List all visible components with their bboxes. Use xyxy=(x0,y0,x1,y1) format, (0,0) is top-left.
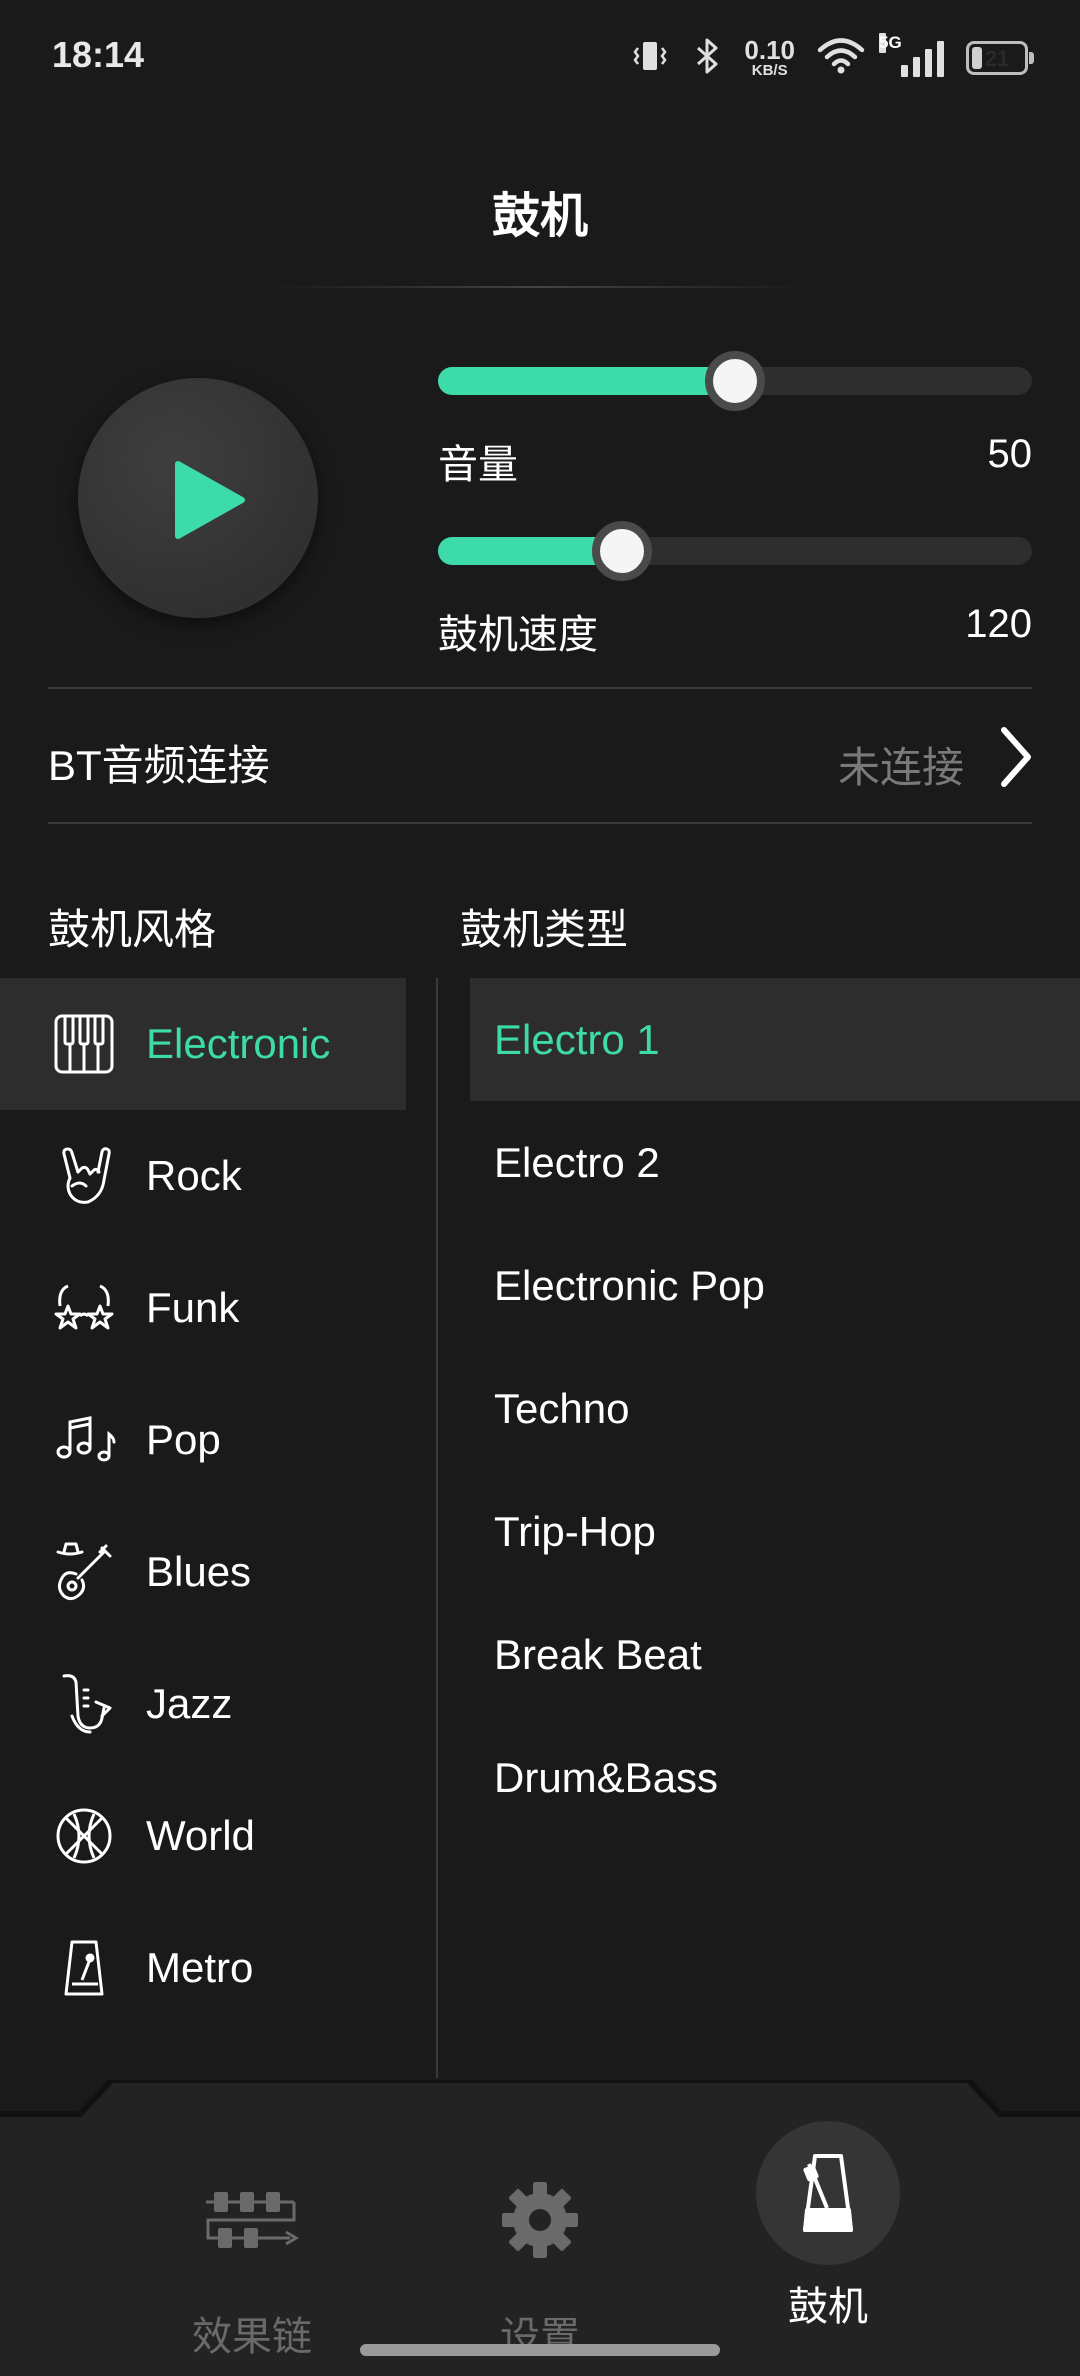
nav-label: 效果链 xyxy=(192,2315,312,2359)
type-column-header: 鼓机类型 xyxy=(460,906,629,953)
type-item[interactable]: Drum&Bass xyxy=(470,1716,1080,1839)
divider xyxy=(48,687,1032,689)
page-title: 鼓机 xyxy=(491,190,588,243)
metronome-icon xyxy=(52,1936,116,2000)
type-label: Electronic Pop xyxy=(494,1261,765,1309)
volume-slider[interactable] xyxy=(438,351,1032,411)
home-indicator[interactable] xyxy=(360,2344,720,2356)
style-label: Funk xyxy=(146,1284,240,1331)
type-label: Electro 1 xyxy=(494,1015,660,1063)
volume-slider-knob[interactable] xyxy=(705,351,765,411)
style-label: Blues xyxy=(146,1548,252,1595)
play-button[interactable] xyxy=(78,378,318,618)
battery-icon: 21 xyxy=(966,41,1034,75)
type-list: Electro 1 Electro 2 Electronic Pop Techn… xyxy=(470,978,1080,1839)
type-item[interactable]: Electro 2 xyxy=(470,1101,1080,1224)
bt-status: 未连接 xyxy=(837,744,964,791)
status-icons: 0.10 KB/S 5G 21 xyxy=(630,30,1034,86)
globe-icon xyxy=(52,1804,116,1868)
bluetooth-icon xyxy=(692,36,722,81)
type-item[interactable]: Techno xyxy=(470,1347,1080,1470)
type-label: Drum&Bass xyxy=(494,1753,719,1801)
saxophone-icon xyxy=(52,1672,116,1736)
type-label: Break Beat xyxy=(494,1630,702,1678)
style-item-electronic[interactable]: Electronic xyxy=(0,978,406,1110)
nav-label: 鼓机 xyxy=(788,2285,868,2329)
style-item-rock[interactable]: Rock xyxy=(0,1110,406,1242)
music-notes-icon xyxy=(52,1408,116,1472)
type-label: Techno xyxy=(494,1384,630,1432)
piano-keys-icon xyxy=(52,1012,116,1076)
type-item[interactable]: Electronic Pop xyxy=(470,1224,1080,1347)
nav-active-wrap xyxy=(718,2118,938,2268)
type-item[interactable]: Trip-Hop xyxy=(470,1470,1080,1593)
style-item-funk[interactable]: Funk xyxy=(0,1242,406,1374)
tempo-value: 120 xyxy=(965,602,1032,646)
style-item-world[interactable]: World xyxy=(0,1770,406,1902)
style-item-pop[interactable]: Pop xyxy=(0,1374,406,1506)
style-label: Rock xyxy=(146,1152,242,1199)
type-item[interactable]: Electro 1 xyxy=(470,978,1080,1101)
funk-glasses-icon xyxy=(52,1276,116,1340)
volume-value: 50 xyxy=(987,432,1033,476)
bt-audio-label: BT音频连接 xyxy=(48,742,270,789)
effects-chain-icon xyxy=(142,2150,362,2290)
style-column-header: 鼓机风格 xyxy=(48,906,217,953)
tempo-slider-knob[interactable] xyxy=(592,521,653,581)
tempo-slider[interactable] xyxy=(438,521,1032,581)
rock-hand-icon xyxy=(52,1144,116,1208)
style-label: Jazz xyxy=(146,1680,233,1727)
play-icon xyxy=(175,461,245,539)
status-time: 18:14 xyxy=(52,34,145,75)
type-label: Electro 2 xyxy=(494,1138,660,1186)
tempo-label: 鼓机速度 xyxy=(438,613,598,657)
style-label: Metro xyxy=(146,1944,254,1991)
metronome-icon xyxy=(756,2121,900,2265)
wifi-icon xyxy=(817,37,865,80)
chevron-right-icon[interactable] xyxy=(996,722,1036,797)
vibrate-icon xyxy=(630,36,670,81)
column-divider xyxy=(436,978,438,2078)
style-label: Electronic xyxy=(146,1020,331,1067)
style-list: Electronic Rock Funk Pop Blues Jazz Worl… xyxy=(0,978,406,2034)
style-item-blues[interactable]: Blues xyxy=(0,1506,406,1638)
type-item[interactable]: Break Beat xyxy=(470,1593,1080,1716)
cell-signal-icon: 5G xyxy=(879,33,944,77)
nav-effects-chain[interactable]: 效果链 xyxy=(142,2150,362,2362)
net-speed: 0.10 KB/S xyxy=(744,35,795,79)
battery-level: 21 xyxy=(984,46,1010,71)
volume-slider-fill xyxy=(438,367,735,395)
nav-settings[interactable]: 设置 xyxy=(430,2150,650,2362)
style-label: Pop xyxy=(146,1416,221,1463)
divider xyxy=(48,822,1032,824)
style-label: World xyxy=(146,1812,255,1859)
type-label: Trip-Hop xyxy=(494,1507,656,1555)
volume-label: 音量 xyxy=(438,443,518,487)
gear-icon xyxy=(430,2150,650,2290)
style-item-jazz[interactable]: Jazz xyxy=(0,1638,406,1770)
style-item-metro[interactable]: Metro xyxy=(0,1902,406,2034)
guitar-hat-icon xyxy=(52,1540,116,1604)
nav-drum-machine[interactable]: 鼓机 xyxy=(718,2118,938,2332)
title-divider xyxy=(270,286,810,288)
